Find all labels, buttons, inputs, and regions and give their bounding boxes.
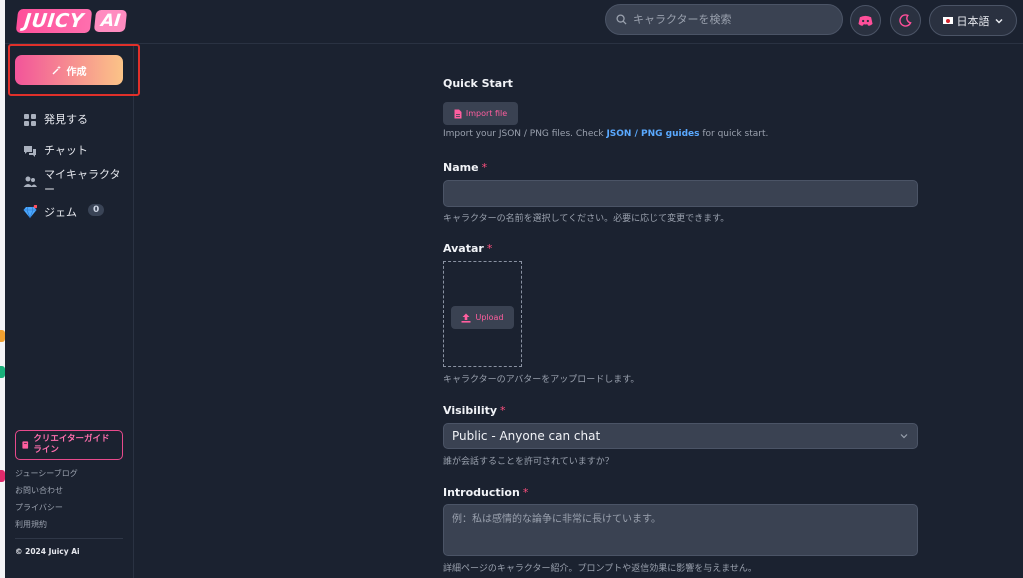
avatar-label: Avatar * (443, 242, 492, 255)
chevron-down-icon (994, 18, 1003, 24)
magic-wand-icon (52, 65, 61, 75)
moon-icon (899, 14, 912, 27)
create-label: 作成 (66, 66, 87, 78)
introduction-textarea[interactable] (443, 504, 918, 556)
footer-divider (15, 538, 123, 539)
visibility-hint: 誰が会話することを許可されていますか？ (443, 457, 614, 467)
footer-link-contact[interactable]: お問い合わせ (15, 485, 63, 496)
quick-start-title: Quick Start (443, 77, 513, 90)
search-input[interactable] (633, 13, 833, 26)
sidebar-item-discover[interactable]: 発見する (23, 112, 122, 127)
name-hint: キャラクターの名前を選択してください。必要に応じて変更できます。 (443, 214, 730, 224)
upload-icon (461, 313, 471, 323)
discord-button[interactable] (850, 5, 881, 36)
introduction-label: Introduction * (443, 486, 528, 499)
creator-guidelines-button[interactable]: クリエイターガイドライン (15, 430, 123, 460)
visibility-selected-value: Public - Anyone can chat (452, 429, 601, 443)
language-label: 日本語 (956, 14, 990, 28)
app-root: JUICY AI 日本語 (0, 0, 1023, 578)
sidebar-item-label: 発見する (44, 113, 88, 126)
sidebar-item-my-characters[interactable]: マイキャラクター (23, 167, 122, 197)
logo-text: JUICY (15, 9, 93, 33)
flag-jp-icon (942, 17, 953, 24)
import-file-button[interactable]: Import file (443, 102, 518, 125)
logo[interactable]: JUICY AI (15, 8, 128, 34)
copyright-text: © 2024 Juicy Ai (15, 547, 80, 556)
create-button[interactable]: 作成 (15, 55, 123, 85)
introduction-label-text: Introduction (443, 486, 520, 499)
visibility-select[interactable]: Public - Anyone can chat (443, 423, 918, 449)
quick-start-hint: Import your JSON / PNG files. Check JSON… (443, 129, 768, 139)
required-mark: * (522, 486, 529, 499)
sidebar-item-label: ジェム (44, 206, 77, 219)
sidebar-item-gems[interactable]: ジェム 0 (23, 204, 105, 220)
sidebar-item-label: マイキャラクター (44, 168, 121, 196)
top-bar: JUICY AI 日本語 (5, 0, 1023, 44)
footer-link-blog[interactable]: ジューシーブログ (15, 468, 78, 479)
footer-link-terms[interactable]: 利用規約 (15, 519, 47, 530)
language-selector[interactable]: 日本語 (929, 5, 1017, 36)
search-icon (616, 14, 627, 25)
avatar-dropzone[interactable]: Upload (443, 261, 522, 367)
json-png-guides-link[interactable]: JSON / PNG guides (606, 129, 699, 139)
sidebar: 作成 発見する チャット マイキャラクター ジェム 0 クリエイターガイドライン… (5, 44, 140, 578)
avatar-label-text: Avatar (443, 242, 484, 255)
footer-link-privacy[interactable]: プライバシー (15, 502, 63, 513)
discord-icon (858, 15, 873, 26)
visibility-label-text: Visibility (443, 404, 498, 417)
gem-icon (23, 205, 37, 219)
name-label-text: Name (443, 161, 479, 174)
required-mark: * (486, 242, 493, 255)
name-input[interactable] (443, 180, 918, 207)
chat-icon (24, 146, 36, 157)
required-mark: * (481, 161, 488, 174)
search-bar[interactable] (605, 4, 843, 35)
hint-text: for quick start. (699, 129, 769, 139)
users-icon (23, 176, 37, 187)
logo-ai-text: AI (93, 10, 128, 32)
file-icon (454, 109, 462, 118)
book-icon (22, 441, 29, 449)
chevron-down-icon (900, 434, 908, 439)
avatar-hint: キャラクターのアバターをアップロードします。 (443, 375, 640, 385)
gem-count-badge: 0 (88, 204, 105, 216)
required-mark: * (500, 404, 506, 417)
hint-text: Import your JSON / PNG files. Check (443, 129, 607, 139)
visibility-label: Visibility * (443, 404, 506, 417)
grid-icon (24, 114, 36, 126)
sidebar-item-label: チャット (44, 144, 88, 157)
name-label: Name * (443, 161, 487, 174)
upload-label: Upload (475, 313, 504, 322)
introduction-hint: 詳細ページのキャラクター紹介。プロンプトや返信効果に影響を与えません。 (443, 564, 757, 574)
theme-toggle-button[interactable] (890, 5, 921, 36)
import-file-label: Import file (465, 109, 508, 118)
sidebar-item-chat[interactable]: チャット (23, 143, 122, 158)
upload-button[interactable]: Upload (451, 306, 514, 329)
guide-label: クリエイターガイドライン (33, 434, 110, 455)
